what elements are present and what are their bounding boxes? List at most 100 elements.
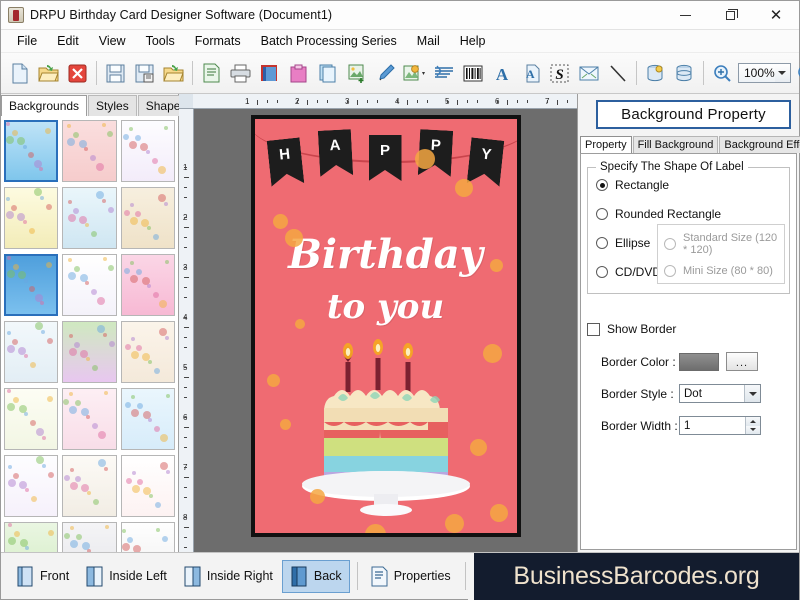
envelope-button[interactable] — [575, 59, 602, 87]
database-import-button[interactable] — [642, 59, 669, 87]
bottom-button-inside-left[interactable]: Inside Left — [78, 560, 174, 593]
menu-item-help[interactable]: Help — [450, 31, 496, 51]
chevron-down-icon[interactable] — [775, 64, 790, 82]
menu-item-batch-processing-series[interactable]: Batch Processing Series — [251, 31, 407, 51]
menu-bar: File Edit View Tools Formats Batch Proce… — [1, 30, 799, 53]
bunting-flag: Y — [466, 137, 504, 186]
tab-property[interactable]: Property — [580, 136, 632, 153]
bottom-button-back[interactable]: Back — [282, 560, 350, 593]
print-button[interactable] — [227, 59, 254, 87]
background-thumbnail[interactable] — [4, 455, 58, 517]
zoom-in-button[interactable] — [709, 59, 736, 87]
tab-styles[interactable]: Styles — [88, 95, 137, 116]
zoom-level-value[interactable]: 100% — [739, 64, 775, 82]
maximize-button[interactable] — [708, 1, 753, 29]
bottom-button-front[interactable]: Front — [9, 560, 76, 593]
bottom-button-label: Back — [314, 569, 342, 583]
copy-layers-button[interactable] — [256, 59, 283, 87]
card-design-back[interactable]: HAPPY Birthday to you — [251, 115, 521, 537]
signature-button[interactable]: S — [546, 59, 573, 87]
background-thumbnail[interactable] — [121, 321, 175, 383]
tab-backgrounds[interactable]: Backgrounds — [1, 95, 87, 116]
border-color-browse-button[interactable]: ... — [726, 352, 758, 371]
pen-tool-button[interactable] — [372, 59, 399, 87]
text-document-button[interactable] — [198, 59, 225, 87]
open-document-button[interactable] — [35, 59, 62, 87]
menu-item-tools[interactable]: Tools — [136, 31, 185, 51]
background-thumbnail[interactable] — [121, 254, 175, 316]
radio-button-icon[interactable] — [596, 179, 608, 191]
background-thumbnail[interactable] — [4, 522, 58, 552]
radio-button-icon[interactable] — [596, 208, 608, 220]
artboard[interactable]: HAPPY Birthday to you — [194, 109, 577, 552]
background-thumbnail[interactable] — [62, 321, 116, 383]
radio-button-icon[interactable] — [596, 266, 608, 278]
menu-item-view[interactable]: View — [89, 31, 136, 51]
radio-button-icon[interactable] — [596, 237, 608, 249]
stepper-buttons[interactable] — [745, 417, 760, 434]
minimize-button[interactable] — [663, 1, 708, 29]
background-thumbnail[interactable] — [121, 522, 175, 552]
zoom-out-button[interactable] — [793, 59, 800, 87]
line-tool-button[interactable] — [604, 59, 631, 87]
insert-image-button[interactable] — [343, 59, 370, 87]
background-thumbnail[interactable] — [4, 388, 58, 450]
background-thumbnail[interactable] — [62, 254, 116, 316]
tab-fill-background[interactable]: Fill Background — [633, 136, 719, 153]
watermark-button[interactable] — [430, 59, 457, 87]
border-color-swatch[interactable] — [679, 353, 719, 371]
toolbar-separator — [636, 61, 637, 85]
paste-button[interactable] — [285, 59, 312, 87]
background-thumbnail[interactable] — [62, 455, 116, 517]
barcode-button[interactable] — [459, 59, 486, 87]
show-border-checkbox[interactable] — [587, 323, 600, 336]
background-thumbnail[interactable] — [4, 187, 58, 249]
border-style-select[interactable]: Dot — [679, 384, 761, 403]
close-button[interactable]: ✕ — [753, 1, 799, 29]
text-tool-button[interactable]: A — [488, 59, 515, 87]
border-color-row: Border Color : ... — [587, 352, 790, 371]
background-thumbnail[interactable] — [121, 187, 175, 249]
duplicate-button[interactable] — [314, 59, 341, 87]
zoom-level-combo[interactable]: 100% — [738, 63, 791, 83]
close-document-button[interactable] — [64, 59, 91, 87]
picture-dropdown-button[interactable] — [401, 59, 428, 87]
chevron-down-icon[interactable] — [744, 385, 760, 402]
background-thumbnail[interactable] — [121, 120, 175, 182]
background-thumbnail[interactable] — [4, 120, 58, 182]
database-button[interactable] — [671, 59, 698, 87]
menu-item-edit[interactable]: Edit — [47, 31, 89, 51]
background-thumbnail-grid[interactable] — [1, 116, 178, 552]
background-thumbnail[interactable] — [62, 120, 116, 182]
ruler-tick — [184, 447, 187, 448]
menu-item-mail[interactable]: Mail — [407, 31, 450, 51]
background-thumbnail[interactable] — [4, 254, 58, 316]
shape-group-legend: Specify The Shape Of Label — [596, 161, 748, 173]
radio-rounded-rectangle[interactable]: Rounded Rectangle — [596, 207, 781, 221]
save-button[interactable] — [102, 59, 129, 87]
show-border-row[interactable]: Show Border — [587, 322, 790, 336]
open-folder-button[interactable] — [160, 59, 187, 87]
border-width-value[interactable]: 1 — [684, 420, 690, 432]
border-width-stepper[interactable]: 1 — [679, 416, 761, 435]
card-line-2[interactable]: to you — [255, 287, 517, 327]
background-thumbnail[interactable] — [4, 321, 58, 383]
bottom-button-inside-right[interactable]: Inside Right — [176, 560, 280, 593]
menu-item-formats[interactable]: Formats — [185, 31, 251, 51]
background-thumbnail[interactable] — [62, 187, 116, 249]
background-thumbnail[interactable] — [121, 455, 175, 517]
background-thumbnail[interactable] — [62, 522, 116, 552]
background-thumbnail[interactable] — [62, 388, 116, 450]
bottom-button-properties[interactable]: Properties — [363, 560, 458, 593]
shape-of-label-group: Specify The Shape Of Label Rectangle Rou… — [587, 167, 790, 294]
radio-rectangle[interactable]: Rectangle — [596, 178, 781, 192]
save-as-button[interactable] — [131, 59, 158, 87]
new-document-button[interactable] — [6, 59, 33, 87]
stepper-down-icon[interactable] — [746, 426, 760, 435]
text-box-button[interactable]: A — [517, 59, 544, 87]
tab-background-effects[interactable]: Background Effects — [719, 136, 800, 153]
menu-item-file[interactable]: File — [7, 31, 47, 51]
main-area: Backgrounds Styles Shapes 1234567 123456… — [1, 94, 799, 552]
background-thumbnail[interactable] — [121, 388, 175, 450]
stepper-up-icon[interactable] — [746, 417, 760, 426]
